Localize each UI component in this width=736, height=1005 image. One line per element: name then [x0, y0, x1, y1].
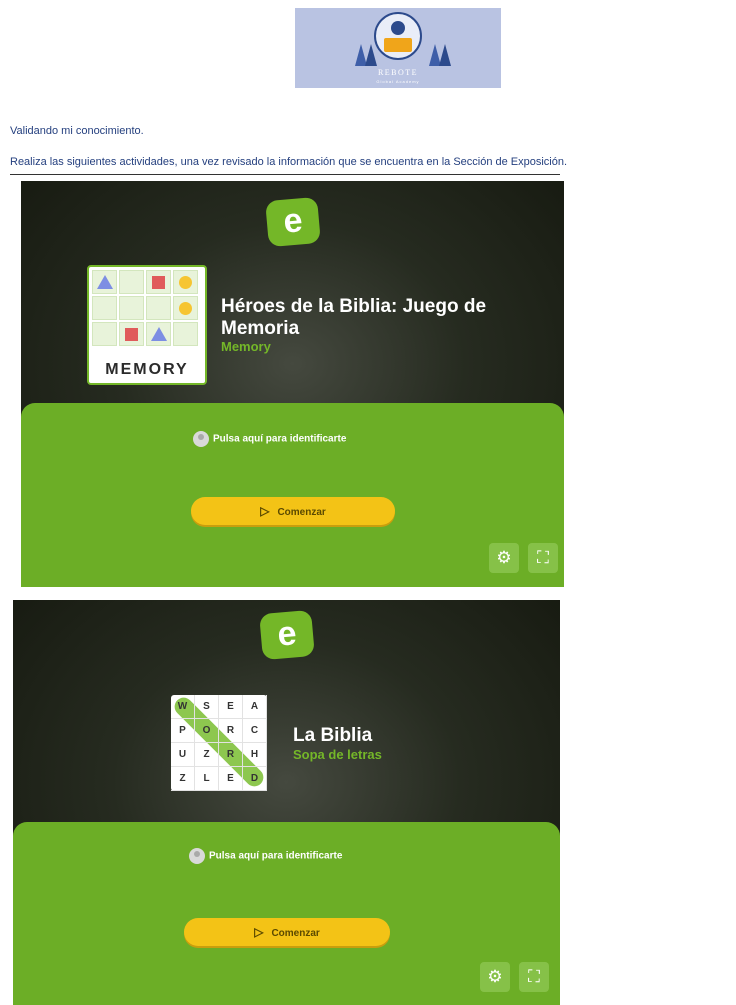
game-type: Sopa de letras [293, 747, 382, 762]
educaplay-logo-icon: e [265, 196, 321, 248]
triangle-icon [151, 327, 167, 341]
square-icon [125, 328, 138, 341]
start-panel: Pulsa aquí para identificarte ▷ Comenzar … [21, 403, 564, 587]
grid-letter: U [171, 743, 195, 767]
triangle-icon [97, 275, 113, 289]
plant-icon [365, 44, 377, 66]
square-icon [152, 276, 165, 289]
start-label: Comenzar [277, 507, 326, 518]
divider [10, 174, 560, 175]
instruction-text: Realiza las siguientes actividades, una … [10, 156, 568, 168]
person-at-desk-icon [374, 12, 422, 60]
grid-letter: H [243, 743, 267, 767]
memory-card-label: MEMORY [105, 361, 189, 378]
grid-letter: P [171, 719, 195, 743]
game-type: Memory [221, 339, 271, 354]
circle-icon [179, 276, 192, 289]
grid-letter: E [219, 695, 243, 719]
identify-label: Pulsa aquí para identificarte [209, 850, 343, 862]
play-icon: ▷ [254, 925, 264, 939]
settings-icon[interactable]: ⚙ [489, 543, 519, 573]
memory-game-embed[interactable]: e MEMORY Héroes de la Biblia: Juego de M… [21, 181, 564, 587]
word-search-thumbnail: WSEAPORCUZRHZLED [170, 693, 268, 791]
logo-title: REBOTE [377, 68, 419, 77]
grid-letter: S [195, 695, 219, 719]
plant-icon [439, 44, 451, 66]
grid-letter: A [243, 695, 267, 719]
identify-label: Pulsa aquí para identificarte [213, 433, 347, 445]
logo-banner: REBOTE Global Academy [295, 8, 501, 88]
grid-letter: E [219, 767, 243, 791]
game-title: La Biblia [293, 725, 373, 746]
user-avatar-icon [189, 848, 205, 864]
fullscreen-icon[interactable]: ⛶ [528, 543, 558, 573]
logo-subtitle: Global Academy [376, 79, 420, 84]
game-title: Héroes de la Biblia: Juego de Memoria [221, 296, 487, 339]
circle-icon [179, 302, 192, 315]
settings-icon[interactable]: ⚙ [480, 962, 510, 992]
grid-letter: W [171, 695, 195, 719]
user-avatar-icon [193, 431, 209, 447]
identify-link[interactable]: Pulsa aquí para identificarte [193, 431, 346, 447]
educaplay-logo-icon: e [259, 609, 315, 661]
start-button[interactable]: ▷ Comenzar [191, 497, 395, 525]
grid-letter: D [243, 767, 267, 791]
fullscreen-icon[interactable]: ⛶ [519, 962, 549, 992]
grid-letter: Z [171, 767, 195, 791]
grid-letter: L [195, 767, 219, 791]
start-label: Comenzar [271, 928, 320, 939]
play-icon: ▷ [260, 504, 270, 518]
start-panel: Pulsa aquí para identificarte ▷ Comenzar … [13, 822, 560, 1005]
start-button[interactable]: ▷ Comenzar [184, 918, 390, 946]
grid-letter: R [219, 743, 243, 767]
section-heading: Validando mi conocimiento. [10, 125, 144, 137]
memory-thumbnail: MEMORY [87, 265, 207, 385]
identify-link[interactable]: Pulsa aquí para identificarte [189, 848, 342, 864]
word-search-embed[interactable]: e WSEAPORCUZRHZLED La Biblia Sopa de let… [13, 600, 560, 1005]
grid-letter: C [243, 719, 267, 743]
grid-letter: Z [195, 743, 219, 767]
grid-letter: O [195, 719, 219, 743]
grid-letter: R [219, 719, 243, 743]
